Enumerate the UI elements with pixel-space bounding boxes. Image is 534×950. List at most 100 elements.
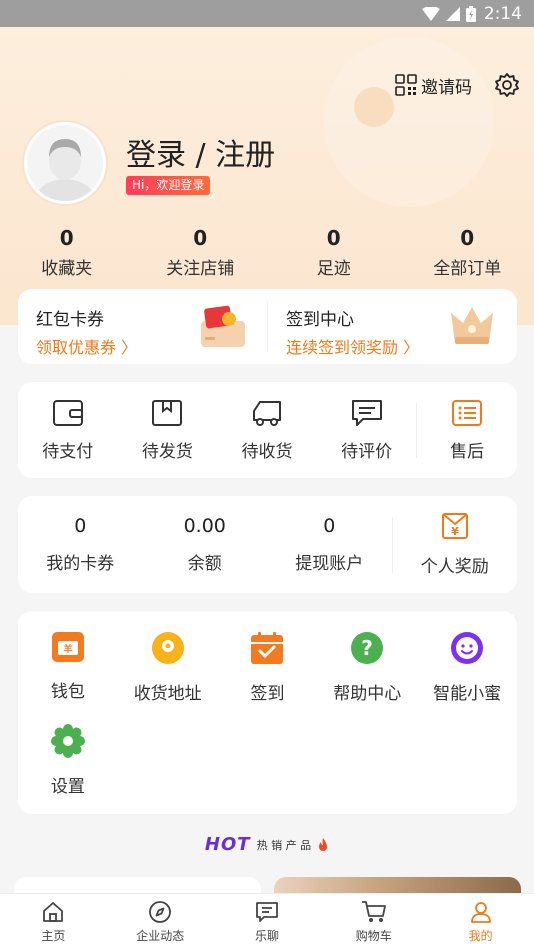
stat-footprints[interactable]: 0 足迹: [267, 226, 401, 279]
svg-text:¥: ¥: [451, 525, 459, 538]
hot-word: HOT: [204, 834, 251, 855]
stat-followed-stores[interactable]: 0 关注店铺: [134, 226, 268, 279]
wallet-label: 个人奖励: [420, 557, 489, 577]
wallet-card-icon: 羊: [51, 632, 84, 662]
wifi-icon: [421, 6, 440, 21]
tab-cart[interactable]: 购物车: [320, 894, 427, 950]
hot-products-heading: HOT 热 销 产 品: [0, 834, 534, 855]
invite-code-button[interactable]: 邀请码: [395, 73, 472, 98]
service-label: 设置: [50, 777, 85, 797]
settings-icon[interactable]: [494, 72, 520, 98]
stat-label: 收藏夹: [41, 259, 93, 279]
location-icon: [151, 632, 184, 664]
chat-icon: [256, 902, 278, 922]
wallet-label: 我的卡券: [46, 554, 115, 574]
svg-text:?: ?: [361, 636, 373, 660]
order-label: 待发货: [141, 441, 193, 462]
wallet-value: 0.00: [183, 515, 226, 537]
assistant-icon: [451, 632, 484, 664]
balance[interactable]: 0.00 余额: [143, 515, 268, 574]
stat-value: 0: [59, 226, 74, 250]
top-actions: 邀请码: [395, 72, 520, 98]
fire-icon: [319, 837, 328, 851]
crown-icon: [451, 307, 493, 344]
promo-card: 红包卡券 领取优惠券 〉 签到中心 连续签到领奖励 〉: [18, 289, 517, 364]
list-icon: [452, 399, 483, 426]
bottom-tab-bar: 主页 企业动态 乐聊 购物车 我的: [0, 893, 534, 950]
coupon-center-entry[interactable]: 红包卡券 领取优惠券 〉: [18, 289, 267, 364]
status-icons: [421, 5, 476, 22]
calendar-check-icon: [251, 632, 284, 664]
order-label: 待收货: [241, 441, 293, 462]
stat-value: 0: [326, 226, 341, 250]
stat-favorites[interactable]: 0 收藏夹: [0, 226, 134, 279]
service-signin[interactable]: 签到: [218, 631, 318, 704]
battery-icon: [465, 5, 476, 22]
svg-text:羊: 羊: [63, 643, 72, 655]
profile-stats: 0 收藏夹 0 关注店铺 0 足迹 0 全部订单: [0, 226, 534, 279]
withdraw-account[interactable]: 0 提现账户: [267, 515, 392, 574]
wallet-icon: [52, 399, 83, 426]
wallet-label: 余额: [187, 554, 222, 574]
invite-code-label: 邀请码: [421, 77, 472, 98]
tab-company-news[interactable]: 企业动态: [107, 894, 214, 950]
truck-icon: [252, 400, 281, 426]
settings-gear-icon: [50, 724, 85, 758]
order-pending-shipment[interactable]: 待发货: [118, 399, 218, 462]
stat-label: 足迹: [316, 259, 351, 279]
qrcode-icon: [395, 74, 417, 96]
order-label: 待支付: [42, 441, 94, 462]
order-label: 待评价: [341, 441, 393, 462]
service-help-center[interactable]: ? 帮助中心: [317, 631, 417, 704]
tab-chat[interactable]: 乐聊: [214, 894, 321, 950]
wallet-value: 0: [323, 515, 336, 537]
stat-value: 0: [460, 226, 475, 250]
compass-icon: [149, 901, 172, 923]
login-register-link[interactable]: 登录 / 注册: [126, 130, 275, 174]
reward-icon: ¥: [441, 513, 468, 539]
stat-all-orders[interactable]: 0 全部订单: [401, 226, 534, 279]
stat-label: 全部订单: [433, 259, 502, 279]
service-settings[interactable]: 设置: [18, 724, 118, 797]
order-pending-review[interactable]: 待评价: [317, 399, 417, 462]
tab-label: 企业动态: [136, 929, 185, 943]
tab-label: 我的: [468, 929, 493, 943]
service-address[interactable]: 收货地址: [118, 631, 218, 704]
service-label: 收货地址: [133, 684, 202, 704]
help-icon: ?: [351, 632, 384, 664]
comment-icon: [351, 399, 382, 426]
stat-label: 关注店铺: [166, 259, 235, 279]
tab-home[interactable]: 主页: [0, 894, 107, 950]
order-after-sales[interactable]: 售后: [417, 399, 517, 462]
avatar[interactable]: [24, 122, 106, 204]
wallet-card: 0 我的卡券 0.00 余额 0 提现账户 ¥ 个人奖励: [18, 496, 517, 593]
home-icon: [43, 902, 64, 922]
order-pending-payment[interactable]: 待支付: [18, 399, 118, 462]
user-icon: [470, 902, 491, 923]
order-label: 售后: [450, 441, 485, 462]
welcome-badge: Hi，欢迎登录: [126, 176, 211, 195]
tab-mine[interactable]: 我的: [427, 894, 534, 950]
service-label: 签到: [250, 684, 285, 704]
my-coupons[interactable]: 0 我的卡券: [18, 515, 143, 574]
status-bar: 2:14: [0, 0, 534, 27]
service-label: 智能小蜜: [433, 684, 502, 704]
signin-center-entry[interactable]: 签到中心 连续签到领奖励 〉: [268, 289, 517, 364]
tab-label: 购物车: [355, 929, 392, 943]
service-smart-assistant[interactable]: 智能小蜜: [417, 631, 517, 704]
box-icon: [152, 399, 183, 426]
signal-icon: [445, 6, 460, 21]
services-card: 羊 钱包 收货地址 签到 ? 帮助中心 智能小蜜 设置: [18, 611, 517, 814]
default-avatar-icon: [27, 125, 103, 201]
status-time: 2:14: [483, 3, 522, 24]
orders-card: 待支付 待发货 待收货 待评价 售后: [18, 382, 517, 478]
stat-value: 0: [193, 226, 208, 250]
service-label: 钱包: [50, 682, 85, 702]
personal-rewards[interactable]: ¥ 个人奖励: [393, 512, 518, 577]
order-pending-receipt[interactable]: 待收货: [217, 399, 317, 462]
service-label: 帮助中心: [333, 684, 402, 704]
hot-label: 热 销 产 品: [256, 838, 312, 852]
tab-label: 乐聊: [254, 929, 279, 943]
service-wallet[interactable]: 羊 钱包: [18, 631, 118, 704]
wallet-value: 0: [74, 515, 87, 537]
